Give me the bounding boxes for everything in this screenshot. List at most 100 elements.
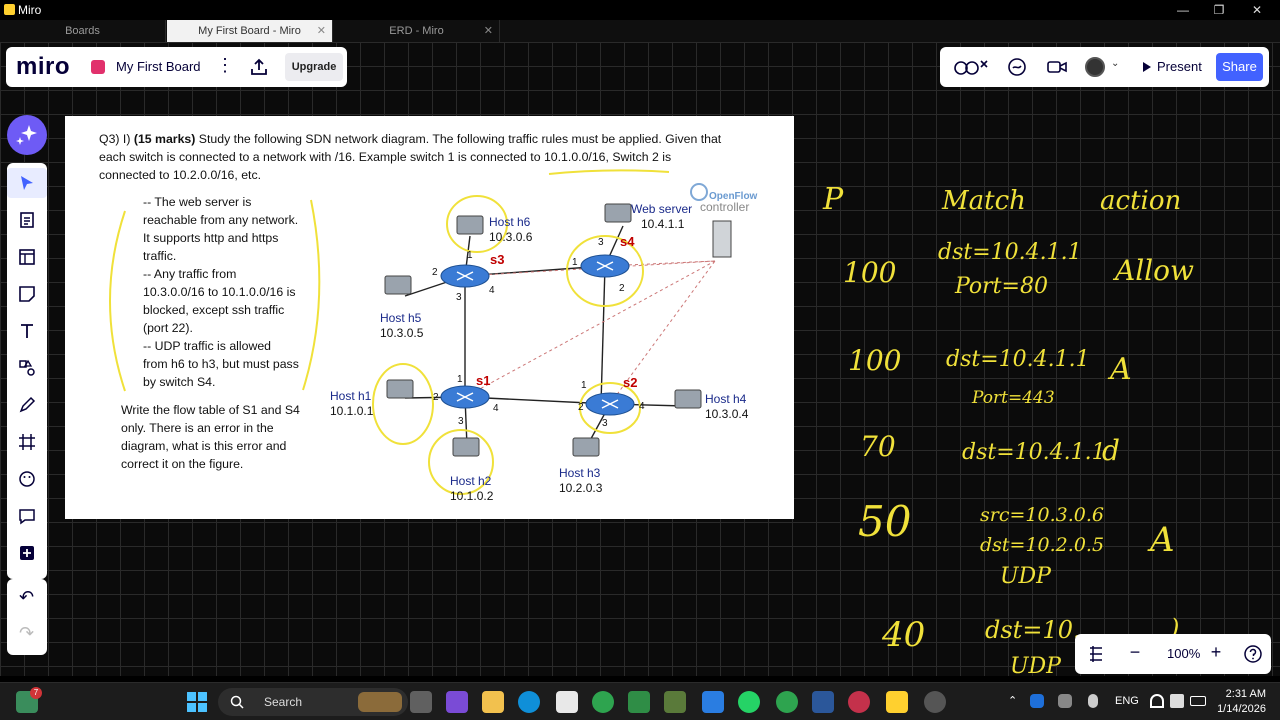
whatsapp-icon[interactable] xyxy=(738,691,760,713)
port-label: 2 xyxy=(619,283,625,294)
board-canvas[interactable]: miro My First Board ⋮ Upgrade ⌄ Present … xyxy=(0,42,1280,682)
port-label: 2 xyxy=(578,402,584,413)
undo-icon[interactable]: ↶ xyxy=(19,587,34,608)
hw-match: UDP xyxy=(1000,564,1051,589)
port-label: 4 xyxy=(493,403,499,414)
file-explorer-icon[interactable] xyxy=(482,691,504,713)
reactions-icon[interactable] xyxy=(954,57,990,77)
ai-assist-button[interactable] xyxy=(7,115,47,155)
tray-app-icon[interactable] xyxy=(1030,694,1044,708)
fit-to-screen-icon[interactable] xyxy=(1086,644,1106,664)
hw-action: A xyxy=(1110,352,1132,387)
upgrade-button[interactable]: Upgrade xyxy=(285,53,343,81)
stamp-icon xyxy=(19,471,35,487)
crop-frame-tool[interactable] xyxy=(7,427,47,457)
network-diagram xyxy=(109,169,732,495)
openflow-logo xyxy=(690,183,708,201)
search-label: Search xyxy=(264,695,303,709)
select-tool[interactable] xyxy=(7,168,47,198)
video-call-icon[interactable] xyxy=(1046,57,1068,77)
miro-taskbar-icon[interactable] xyxy=(886,691,908,713)
hw-header-action: action xyxy=(1100,186,1182,216)
hw-header-match: Match xyxy=(942,186,1026,216)
host-h4-label: Host h4 xyxy=(705,392,747,406)
wifi-icon[interactable] xyxy=(1150,694,1164,708)
snipping-tool-icon[interactable] xyxy=(664,691,686,713)
powerpoint-icon[interactable] xyxy=(848,691,870,713)
zoom-in-button[interactable]: + xyxy=(1206,642,1226,662)
pen-icon xyxy=(19,396,36,413)
search-icon xyxy=(230,695,244,709)
word-icon[interactable] xyxy=(812,691,834,713)
hw-match: Port=443 xyxy=(972,388,1055,408)
host-icons xyxy=(384,203,732,457)
hw-match: src=10.3.0.6 xyxy=(980,504,1104,526)
chrome-icon[interactable] xyxy=(592,691,614,713)
zoom-level[interactable]: 100% xyxy=(1167,646,1200,661)
hw-match: dst=10. xyxy=(985,616,1081,644)
sticky-note-icon xyxy=(19,286,35,302)
miro-logo[interactable]: miro xyxy=(16,53,70,81)
present-label: Present xyxy=(1157,59,1202,74)
store-icon[interactable] xyxy=(556,691,578,713)
chat-icon[interactable] xyxy=(1006,57,1028,77)
maximize-button[interactable]: ❐ xyxy=(1200,0,1238,20)
text-tool[interactable] xyxy=(7,316,47,346)
hw-match: dst=10.2.0.5 xyxy=(980,534,1105,556)
cursor-icon xyxy=(21,176,33,190)
tab-close-icon[interactable]: ✕ xyxy=(484,20,493,42)
reaction-tool[interactable] xyxy=(7,464,47,494)
volume-icon[interactable] xyxy=(1170,694,1184,708)
add-tool[interactable] xyxy=(7,538,47,568)
taskbar-search[interactable]: Search xyxy=(218,688,408,716)
microphone-icon[interactable] xyxy=(1088,694,1098,708)
collaboration-bar: ⌄ Present Share xyxy=(940,47,1269,87)
export-icon[interactable] xyxy=(249,57,269,77)
share-button[interactable]: Share xyxy=(1216,53,1263,81)
port-label: 1 xyxy=(457,374,463,385)
tab-boards[interactable]: Boards xyxy=(0,20,166,42)
system-clock[interactable]: 2:31 AM 1/14/2026 xyxy=(1204,687,1266,717)
sticky-note-tool[interactable] xyxy=(7,279,47,309)
excel-icon[interactable] xyxy=(628,691,650,713)
port-label: 3 xyxy=(602,418,608,429)
templates-tool[interactable] xyxy=(7,205,47,235)
user-avatar[interactable] xyxy=(1085,57,1105,77)
exam-question-image[interactable]: Q3) I) (15 marks) Study the following SD… xyxy=(65,116,794,519)
redo-icon[interactable]: ↷ xyxy=(19,623,34,644)
board-menu-icon[interactable]: ⋮ xyxy=(216,55,234,76)
task-view-icon[interactable] xyxy=(410,691,432,713)
minimize-button[interactable]: — xyxy=(1164,0,1202,20)
board-header: miro My First Board ⋮ Upgrade xyxy=(6,47,347,87)
board-name[interactable]: My First Board xyxy=(116,59,201,74)
web-server-label: Web server xyxy=(631,202,693,216)
obs-icon[interactable] xyxy=(924,691,946,713)
chrome-profile-icon[interactable] xyxy=(776,691,798,713)
clock-date: 1/14/2026 xyxy=(1217,703,1266,715)
show-hidden-icons[interactable]: ⌃ xyxy=(1008,694,1017,707)
comment-tool[interactable] xyxy=(7,501,47,531)
host-h5-label: Host h5 xyxy=(380,311,422,325)
host-h5-ip: 10.3.0.5 xyxy=(380,326,424,340)
edge-icon[interactable] xyxy=(518,691,540,713)
tab-my-first-board[interactable]: My First Board - Miro ✕ xyxy=(167,20,333,42)
chevron-down-icon[interactable]: ⌄ xyxy=(1111,58,1119,69)
frame-tool[interactable] xyxy=(7,242,47,272)
help-icon[interactable] xyxy=(1243,644,1263,664)
close-window-button[interactable]: ✕ xyxy=(1238,0,1276,20)
copilot-icon[interactable] xyxy=(446,691,468,713)
windows-start-icon[interactable] xyxy=(186,691,208,713)
hw-match: dst=10.4.1.1 xyxy=(938,240,1082,265)
board-icon xyxy=(91,60,105,74)
tab-close-icon[interactable]: ✕ xyxy=(317,20,326,42)
present-button[interactable]: Present xyxy=(1135,53,1210,81)
paint-icon[interactable] xyxy=(702,691,724,713)
zoom-out-button[interactable]: − xyxy=(1125,642,1145,662)
shapes-tool[interactable] xyxy=(7,353,47,383)
port-label: 2 xyxy=(433,392,439,403)
tab-strip: Boards My First Board - Miro ✕ ERD - Miro… xyxy=(0,20,1280,42)
pen-tool[interactable] xyxy=(7,390,47,420)
language-indicator[interactable]: ENG xyxy=(1115,695,1139,707)
tray-cloud-icon[interactable] xyxy=(1058,694,1072,708)
tab-erd[interactable]: ERD - Miro ✕ xyxy=(334,20,500,42)
